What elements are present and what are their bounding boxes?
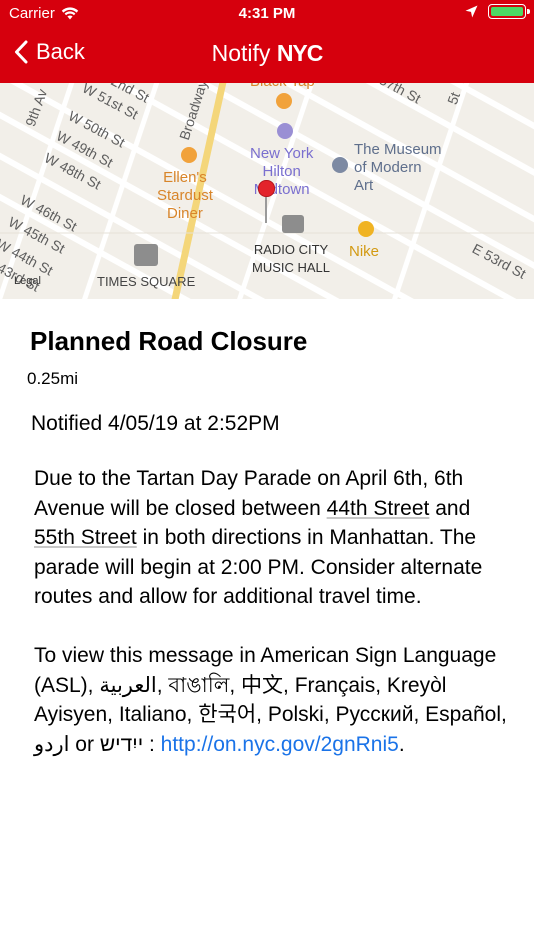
alert-distance: 0.25mi xyxy=(27,369,79,388)
nav-bar: Back Notify NYC xyxy=(0,30,534,80)
alert-paragraph-2: To view this message in American Sign La… xyxy=(34,644,507,756)
map-legal-link[interactable]: Legal xyxy=(14,275,41,287)
location-arrow-icon xyxy=(465,5,478,18)
hotel-icon xyxy=(277,123,293,139)
restaurant-icon xyxy=(181,147,197,163)
shopping-icon xyxy=(358,221,374,237)
status-right xyxy=(465,4,530,19)
restaurant-icon xyxy=(276,93,292,109)
title-light: Notify xyxy=(211,40,277,66)
app-title: Notify NYC xyxy=(0,40,534,67)
alert-body: Due to the Tartan Day Parade on April 6t… xyxy=(34,464,509,789)
status-bar: Carrier 4:31 PM xyxy=(0,0,534,28)
poi-black-tap[interactable]: Black Tap xyxy=(250,83,315,91)
poi-ellens[interactable]: Ellen's Stardust Diner xyxy=(157,169,213,223)
poi-radio-city[interactable]: RADIO CITY MUSIC HALL xyxy=(252,241,330,277)
app-header: Carrier 4:31 PM Back Notify NYC xyxy=(0,0,534,83)
battery-icon xyxy=(488,4,530,19)
street-link-55th[interactable]: 55th Street xyxy=(34,526,137,549)
landmark-icon xyxy=(282,215,304,233)
poi-moma[interactable]: The Museum of Modern Art xyxy=(354,141,442,195)
map-pin-icon xyxy=(258,180,275,223)
museum-icon xyxy=(332,157,348,173)
status-time: 4:31 PM xyxy=(238,5,296,22)
alert-notified-time: Notified 4/05/19 at 2:52PM xyxy=(31,412,280,435)
map-view[interactable]: 9th Av W 51st St W 50th St W 49th St W 4… xyxy=(0,83,534,299)
translation-link[interactable]: http://on.nyc.gov/2gnRni5 xyxy=(161,733,399,756)
alert-paragraph-1: Due to the Tartan Day Parade on April 6t… xyxy=(34,467,483,608)
alert-heading: Planned Road Closure xyxy=(30,326,308,356)
poi-nike[interactable]: Nike xyxy=(349,243,379,261)
title-bold: NYC xyxy=(276,40,324,66)
street-link-44th[interactable]: 44th Street xyxy=(327,497,430,520)
landmark-icon xyxy=(134,244,158,266)
poi-times-square[interactable]: TIMES SQUARE xyxy=(97,273,195,291)
